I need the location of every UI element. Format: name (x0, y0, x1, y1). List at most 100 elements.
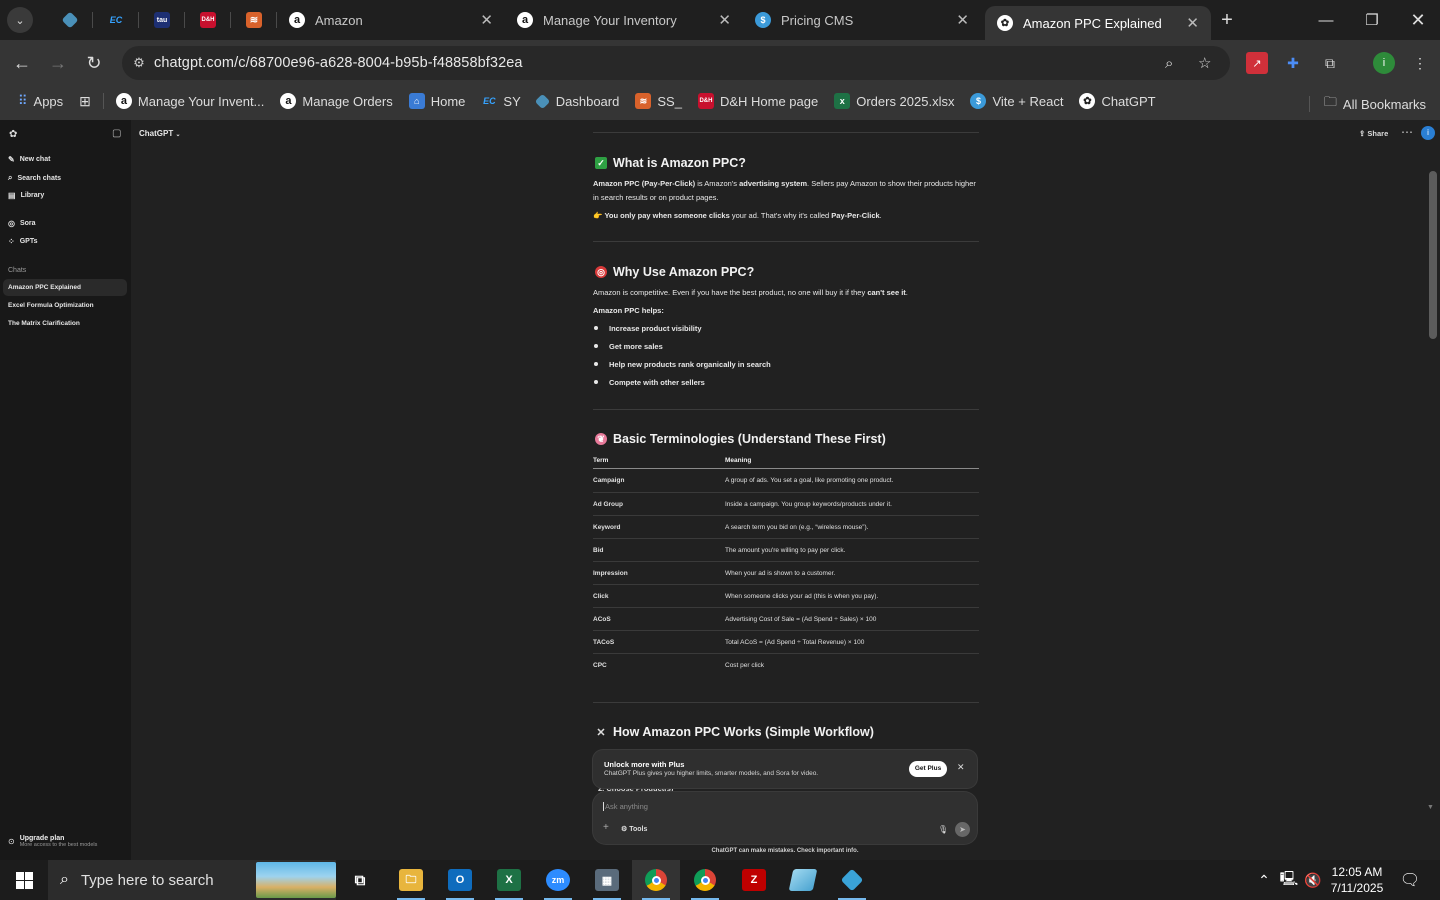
url-text[interactable]: chatgpt.com/c/68700e96-a628-8004-b95b-f4… (154, 55, 523, 71)
show-hidden-icons[interactable]: ⌃ (1252, 860, 1276, 900)
upgrade-plan-button[interactable]: ⊙ Upgrade plan More access to the best m… (8, 835, 97, 848)
file-explorer-button[interactable]: 🗀 (387, 860, 435, 900)
tab-amazon[interactable]: a Amazon ✕ (277, 0, 505, 40)
bookmark-dashboard[interactable]: Dashboard (534, 93, 619, 109)
bookmark-manage-orders[interactable]: a Manage Orders (280, 93, 393, 109)
more-options-icon[interactable]: ⋯ (1401, 125, 1413, 139)
pinned-tab-3[interactable]: tau (139, 0, 185, 40)
start-button[interactable] (0, 860, 48, 900)
bookmark-orders-2025[interactable]: x Orders 2025.xlsx (834, 93, 954, 109)
new-chat-button[interactable]: ✎ New chat (8, 155, 50, 164)
get-plus-button[interactable]: Get Plus (909, 761, 947, 777)
sora-button[interactable]: ◎ Sora (8, 219, 36, 228)
add-attachment-icon[interactable]: + (603, 822, 609, 833)
pinned-tab-1[interactable] (47, 0, 93, 40)
address-bar[interactable]: ⚙ chatgpt.com/c/68700e96-a628-8004-b95b-… (122, 46, 1230, 80)
notes-app-button[interactable] (779, 860, 827, 900)
section-what-is-ppc: ✓ What is Amazon PPC? (595, 156, 746, 170)
chat-item-excel-formula[interactable]: Excel Formula Optimization (3, 297, 127, 314)
bookmark-apps[interactable]: ⠿ Apps (18, 93, 63, 109)
back-button[interactable]: ← (4, 53, 40, 74)
browser-menu-icon[interactable]: ⋮ (1409, 52, 1431, 74)
disclaimer-text: ChatGPT can make mistakes. Check importa… (711, 848, 859, 854)
extension-red-icon[interactable]: ↗ (1246, 52, 1268, 74)
dollar-icon: $ (755, 12, 771, 28)
maximize-button[interactable]: ❐ (1349, 0, 1395, 40)
new-tab-button[interactable]: + (1211, 9, 1243, 32)
forward-button[interactable]: → (40, 53, 76, 74)
tools-icon: ✕ (596, 726, 606, 739)
notifications-icon[interactable]: 🗨 (1396, 860, 1424, 900)
extension-blue-icon[interactable]: ✚ (1282, 52, 1304, 74)
bookmark-manage-inventory[interactable]: a Manage Your Invent... (115, 93, 264, 109)
prompt-input[interactable]: Ask anything (603, 802, 648, 811)
list-item: Help new products rank organically in se… (593, 360, 771, 369)
library-button[interactable]: ▤ Library (8, 191, 44, 200)
bookmark-home[interactable]: ⌂ Home (408, 93, 465, 109)
sidebar-toggle-icon[interactable]: ▢ (112, 128, 121, 139)
excel-button[interactable]: X (485, 860, 533, 900)
close-window-button[interactable]: ✕ (1395, 0, 1440, 40)
search-icon: ⌕ (60, 871, 69, 888)
zoom-icon[interactable]: ⌕ (1165, 55, 1173, 72)
filezilla-button[interactable]: Z (730, 860, 778, 900)
chat-item-amazon-ppc[interactable]: Amazon PPC Explained (3, 279, 127, 296)
search-chats-button[interactable]: ⌕ Search chats (8, 173, 61, 183)
reload-button[interactable]: ↻ (76, 53, 112, 74)
all-bookmarks-label: All Bookmarks (1342, 96, 1426, 112)
pinned-tab-5[interactable]: ≋ (231, 0, 277, 40)
chrome-button-2[interactable] (681, 860, 729, 900)
model-selector[interactable]: ChatGPT ⌄ (139, 129, 181, 138)
bookmark-star-icon[interactable]: ☆ (1198, 54, 1211, 72)
tab-manage-inventory[interactable]: a Manage Your Inventory ✕ (505, 0, 743, 40)
close-icon[interactable]: ✕ (956, 11, 969, 29)
microphone-icon[interactable]: 🎙 (938, 825, 948, 834)
gpts-button[interactable]: ⁘ GPTs (8, 237, 37, 246)
bookmark-vite-react[interactable]: $ Vite + React (970, 93, 1063, 109)
profile-avatar[interactable]: i (1373, 52, 1395, 74)
zoom-icon: zm (546, 869, 570, 891)
pinned-tab-4[interactable]: D&H (185, 0, 231, 40)
tools-button[interactable]: ⚙ Tools (621, 825, 647, 833)
pinned-tab-2[interactable]: EC (93, 0, 139, 40)
tab-pricing-cms[interactable]: $ Pricing CMS ✕ (743, 0, 981, 40)
close-icon[interactable]: ✕ (480, 11, 493, 29)
tab-search-button[interactable]: ⌄ (7, 7, 33, 33)
extensions-puzzle-icon[interactable]: ⧉ (1319, 52, 1341, 74)
openai-logo-icon[interactable]: ✿ (9, 129, 17, 140)
tab-amazon-ppc-explained[interactable]: ✿ Amazon PPC Explained ✕ (985, 6, 1211, 40)
list-item: Increase product visibility (593, 324, 702, 333)
folder-icon: 🗀 (399, 869, 423, 891)
calculator-button[interactable]: ▦ (583, 860, 631, 900)
taskbar-search[interactable]: ⌕ Type here to search (48, 860, 336, 900)
minimize-button[interactable]: — (1303, 0, 1349, 40)
diamond-app-button[interactable] (828, 860, 876, 900)
zoom-app-button[interactable]: zm (534, 860, 582, 900)
bookmark-label: Vite + React (992, 93, 1064, 109)
bookmark-sy[interactable]: EC SY (481, 93, 521, 109)
sidebar-item-label: GPTs (19, 238, 38, 245)
chrome-button-active[interactable] (632, 860, 680, 900)
site-info-icon[interactable]: ⚙ (124, 55, 154, 71)
stack-app-icon: ≋ (635, 93, 652, 109)
system-clock[interactable]: 12:05 AM 7/11/2025 (1322, 864, 1392, 896)
chat-item-matrix[interactable]: The Matrix Clarification (3, 315, 127, 332)
outlook-button[interactable]: O (436, 860, 484, 900)
scroll-down-icon[interactable]: ▼ (1427, 804, 1434, 811)
close-icon[interactable]: ✕ (957, 762, 965, 773)
avatar[interactable]: i (1421, 126, 1435, 140)
network-icon[interactable]: 🖳 (1277, 860, 1301, 900)
bookmark-chatgpt[interactable]: ✿ ChatGPT (1079, 93, 1156, 109)
tab-groups-button[interactable]: ⊞ (79, 93, 91, 110)
close-icon[interactable]: ✕ (1186, 14, 1199, 32)
send-button[interactable]: ➤ (955, 822, 970, 837)
all-bookmarks-button[interactable]: 🗀 All Bookmarks (1308, 93, 1426, 115)
target-icon: ◎ (595, 266, 607, 278)
bookmark-dh-home[interactable]: D&H D&H Home page (697, 93, 818, 109)
task-view-button[interactable]: ⧉ (336, 860, 384, 900)
share-button[interactable]: ⇪ Share (1359, 129, 1388, 138)
scrollbar-thumb[interactable] (1429, 171, 1437, 339)
bookmark-ss[interactable]: ≋ SS_ (635, 93, 682, 109)
close-icon[interactable]: ✕ (718, 11, 731, 29)
section-how-ppc-works: ✕ How Amazon PPC Works (Simple Workflow) (595, 725, 874, 739)
